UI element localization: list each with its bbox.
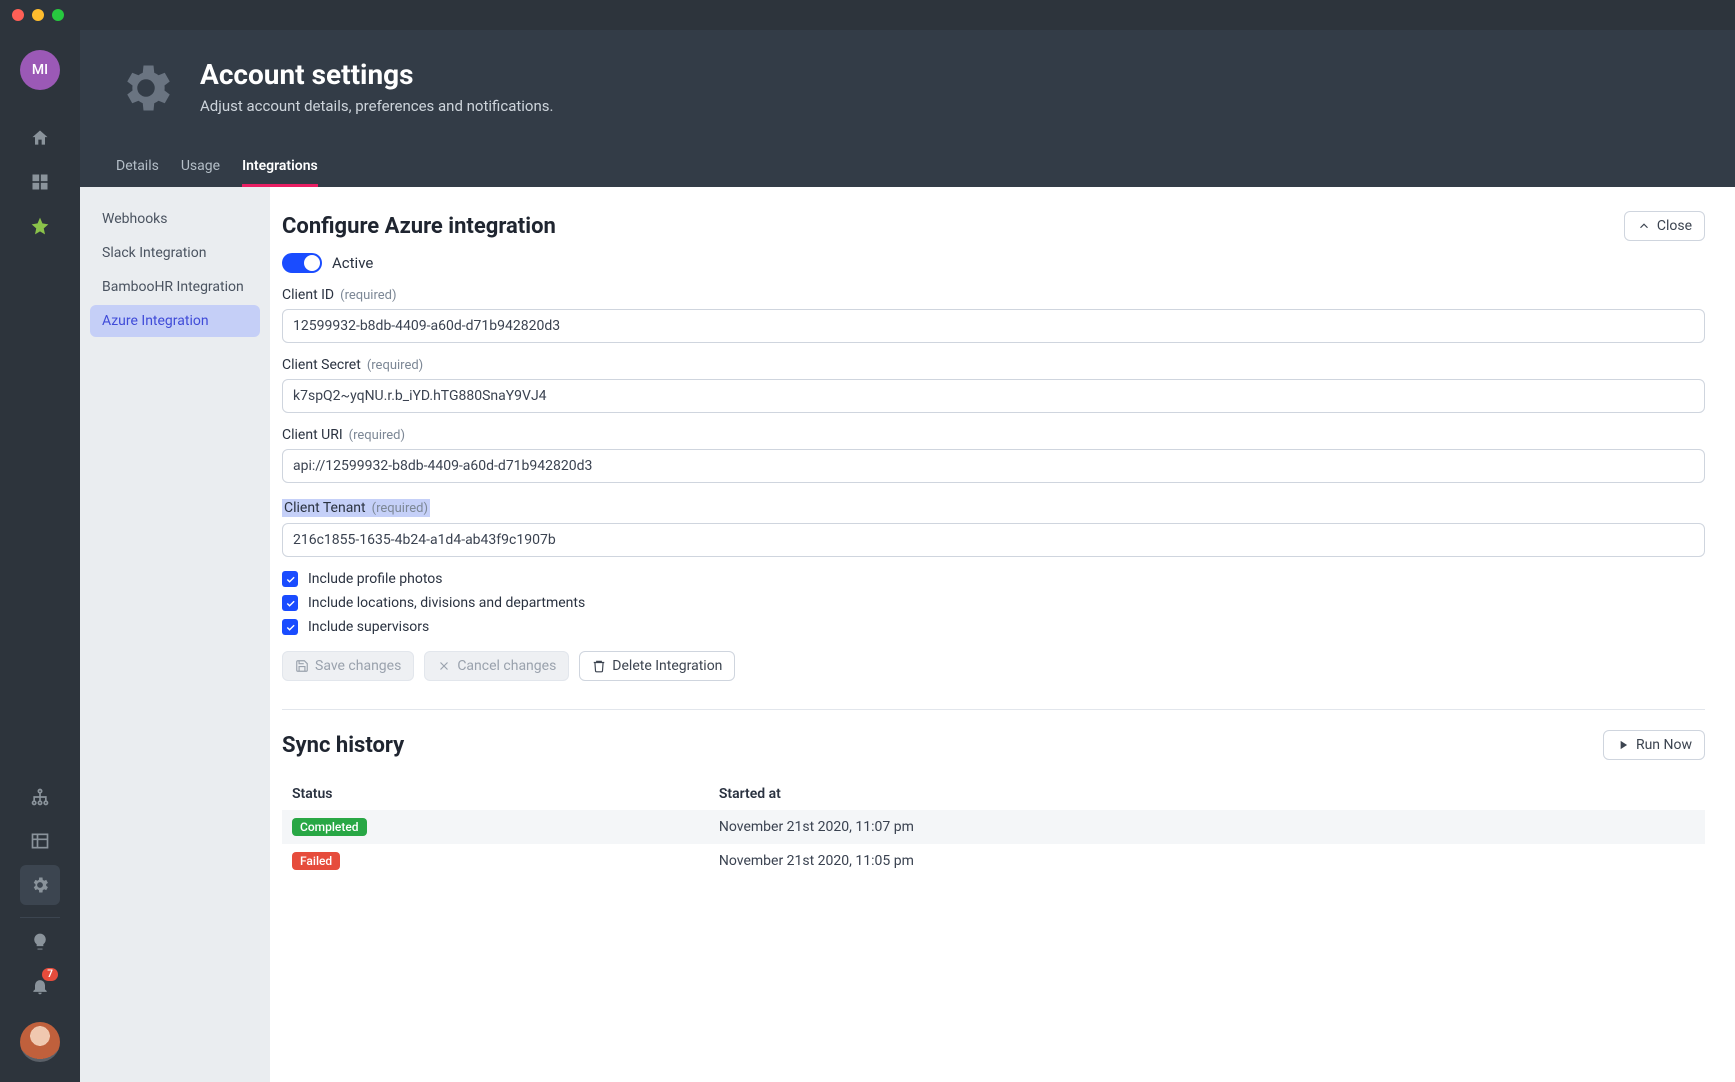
table-icon[interactable] — [20, 821, 60, 861]
active-toggle-label: Active — [332, 254, 373, 272]
home-icon[interactable] — [20, 118, 60, 158]
client-uri-label: Client URI (required) — [282, 427, 1705, 443]
started-at: November 21st 2020, 11:07 pm — [709, 810, 1705, 844]
table-row: Failed November 21st 2020, 11:05 pm — [282, 844, 1705, 878]
cancel-button-label: Cancel changes — [457, 658, 556, 674]
settings-nav: Webhooks Slack Integration BambooHR Inte… — [80, 187, 270, 1082]
client-secret-label: Client Secret (required) — [282, 357, 1705, 373]
include-supervisors-label: Include supervisors — [308, 619, 429, 635]
minimize-window-dot[interactable] — [32, 9, 44, 21]
window-titlebar — [0, 0, 1735, 30]
status-badge: Completed — [292, 818, 367, 836]
sidebar: MI 7 — [0, 30, 80, 1082]
tabs: Details Usage Integrations — [116, 148, 1699, 187]
page-title: Account settings — [200, 58, 553, 91]
status-badge: Failed — [292, 852, 340, 870]
table-row: Completed November 21st 2020, 11:07 pm — [282, 810, 1705, 844]
sync-history-table: Status Started at Completed November 21s… — [282, 778, 1705, 878]
started-at: November 21st 2020, 11:05 pm — [709, 844, 1705, 878]
integration-panel: Configure Azure integration Close Active… — [270, 187, 1735, 1082]
trash-icon — [592, 659, 606, 673]
client-tenant-field[interactable] — [282, 523, 1705, 557]
include-photos-checkbox[interactable] — [282, 571, 298, 587]
cancel-button[interactable]: Cancel changes — [424, 651, 569, 681]
col-started: Started at — [709, 778, 1705, 810]
client-tenant-label: Client Tenant (required) — [282, 499, 430, 517]
sidebar-divider — [20, 917, 60, 918]
nav-bamboo[interactable]: BambooHR Integration — [90, 271, 260, 303]
play-icon — [1616, 738, 1630, 752]
tab-integrations[interactable]: Integrations — [242, 148, 318, 187]
page-subtitle: Adjust account details, preferences and … — [200, 97, 553, 115]
include-photos-label: Include profile photos — [308, 571, 443, 587]
panel-title: Configure Azure integration — [282, 214, 556, 239]
delete-button-label: Delete Integration — [612, 658, 722, 674]
page-header: Account settings Adjust account details,… — [80, 30, 1735, 187]
nav-slack[interactable]: Slack Integration — [90, 237, 260, 269]
notifications-icon[interactable]: 7 — [20, 966, 60, 1006]
star-icon[interactable] — [20, 206, 60, 246]
include-supervisors-checkbox[interactable] — [282, 619, 298, 635]
lightbulb-icon[interactable] — [20, 922, 60, 962]
hierarchy-icon[interactable] — [20, 777, 60, 817]
tab-details[interactable]: Details — [116, 148, 159, 187]
x-icon — [437, 659, 451, 673]
notification-badge: 7 — [42, 968, 58, 981]
sync-title: Sync history — [282, 733, 404, 758]
divider — [282, 709, 1705, 710]
grid-icon[interactable] — [20, 162, 60, 202]
settings-icon[interactable] — [20, 865, 60, 905]
save-icon — [295, 659, 309, 673]
gear-icon — [116, 58, 176, 122]
include-locations-label: Include locations, divisions and departm… — [308, 595, 585, 611]
close-button-label: Close — [1657, 218, 1692, 234]
save-button-label: Save changes — [315, 658, 401, 674]
include-locations-checkbox[interactable] — [282, 595, 298, 611]
save-button[interactable]: Save changes — [282, 651, 414, 681]
client-id-label: Client ID (required) — [282, 287, 1705, 303]
active-toggle[interactable] — [282, 253, 322, 273]
maximize-window-dot[interactable] — [52, 9, 64, 21]
client-id-field[interactable] — [282, 309, 1705, 343]
client-uri-field[interactable] — [282, 449, 1705, 483]
user-avatar[interactable] — [20, 1022, 60, 1062]
client-secret-field[interactable] — [282, 379, 1705, 413]
close-window-dot[interactable] — [12, 9, 24, 21]
col-status: Status — [282, 778, 709, 810]
run-now-label: Run Now — [1636, 737, 1692, 753]
org-avatar[interactable]: MI — [20, 50, 60, 90]
tab-usage[interactable]: Usage — [181, 148, 220, 187]
delete-button[interactable]: Delete Integration — [579, 651, 735, 681]
run-now-button[interactable]: Run Now — [1603, 730, 1705, 760]
nav-azure[interactable]: Azure Integration — [90, 305, 260, 337]
close-button[interactable]: Close — [1624, 211, 1705, 241]
chevron-up-icon — [1637, 219, 1651, 233]
nav-webhooks[interactable]: Webhooks — [90, 203, 260, 235]
